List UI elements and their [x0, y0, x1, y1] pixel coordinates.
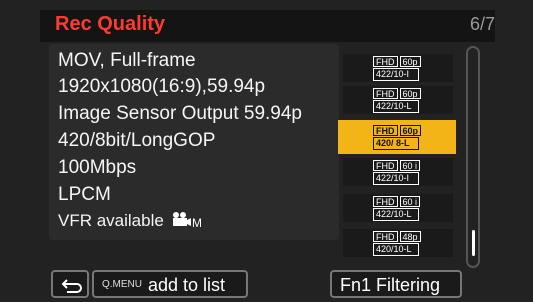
badge-rate: 60p: [399, 125, 422, 136]
info-vfr-label: VFR available: [58, 211, 164, 230]
info-audio: LPCM: [58, 184, 111, 205]
list-item[interactable]: FHD 48p 420/10-L: [343, 229, 453, 257]
list-item-selected[interactable]: FHD 60p 420/ 8-L: [338, 120, 456, 154]
badge-spec: 420/ 8-L: [373, 137, 419, 150]
badge-spec: 422/10-L: [373, 208, 419, 221]
info-sensor-output: Image Sensor Output 59.94p: [58, 103, 302, 124]
quality-badge: FHD 60p 422/10-L: [373, 88, 425, 113]
info-resolution: 1920x1080(16:9),59.94p: [58, 76, 266, 97]
badge-res: FHD: [373, 196, 398, 207]
return-arrow-icon: [61, 279, 82, 293]
list-item[interactable]: FHD 60p 422/10-L: [343, 86, 453, 114]
badge-res: FHD: [373, 231, 398, 242]
badge-res: FHD: [373, 125, 398, 136]
badge-spec: 420/10-L: [373, 243, 419, 256]
info-sampling: 420/8bit/LongGOP: [58, 130, 216, 151]
camera-menu-screen: Rec Quality 6/7 MOV, Full-frame 1920x108…: [0, 0, 533, 302]
filtering-button[interactable]: Fn1 Filtering: [330, 270, 462, 298]
title-bar: Rec Quality 6/7: [40, 10, 495, 42]
list-item[interactable]: FHD 60 i 422/10-L: [343, 194, 453, 222]
badge-rate: 60p: [399, 88, 421, 99]
rec-quality-list: FHD 60p 422/10-I FHD 60p 422/10-L FHD 60p 4…: [338, 44, 456, 262]
info-vfr: VFR available M: [58, 211, 201, 231]
info-bitrate: 100Mbps: [58, 157, 137, 178]
scrollbar[interactable]: [466, 46, 480, 268]
badge-rate: 60p: [399, 56, 421, 67]
add-to-list-button[interactable]: Q.MENU add to list: [92, 270, 248, 298]
quality-badge: FHD 60 i 422/10-L: [373, 196, 425, 221]
format-info-panel: MOV, Full-frame 1920x1080(16:9),59.94p I…: [49, 44, 339, 240]
info-format: MOV, Full-frame: [58, 50, 196, 71]
badge-res: FHD: [373, 160, 398, 171]
svg-text:M: M: [192, 216, 201, 229]
badge-rate: 60 i: [399, 160, 421, 171]
badge-spec: 422/10-I: [373, 68, 419, 81]
quality-badge: FHD 60p 422/10-I: [373, 56, 425, 81]
badge-rate: 48p: [399, 231, 421, 242]
page-number: 6/7: [469, 14, 495, 34]
list-item[interactable]: FHD 60 i 422/10-I: [343, 158, 453, 186]
badge-spec: 422/10-L: [373, 100, 419, 113]
scroll-thumb[interactable]: [472, 230, 475, 256]
badge-rate: 60 i: [399, 196, 421, 207]
quality-badge: FHD 60 i 422/10-I: [373, 160, 425, 185]
quality-badge: FHD 48p 420/10-L: [373, 231, 425, 256]
add-to-list-label: add to list: [148, 275, 226, 295]
quality-badge: FHD 60p 420/ 8-L: [373, 125, 425, 150]
badge-spec: 422/10-I: [373, 172, 419, 185]
movie-camera-icon: M: [172, 212, 201, 229]
page-title: Rec Quality: [55, 13, 166, 35]
badge-res: FHD: [373, 56, 398, 67]
list-item[interactable]: FHD 60p 422/10-I: [343, 54, 453, 82]
filtering-label: Fn1 Filtering: [340, 275, 441, 295]
back-button[interactable]: [51, 270, 89, 298]
badge-res: FHD: [373, 88, 398, 99]
qmenu-label: Q.MENU: [102, 279, 142, 290]
